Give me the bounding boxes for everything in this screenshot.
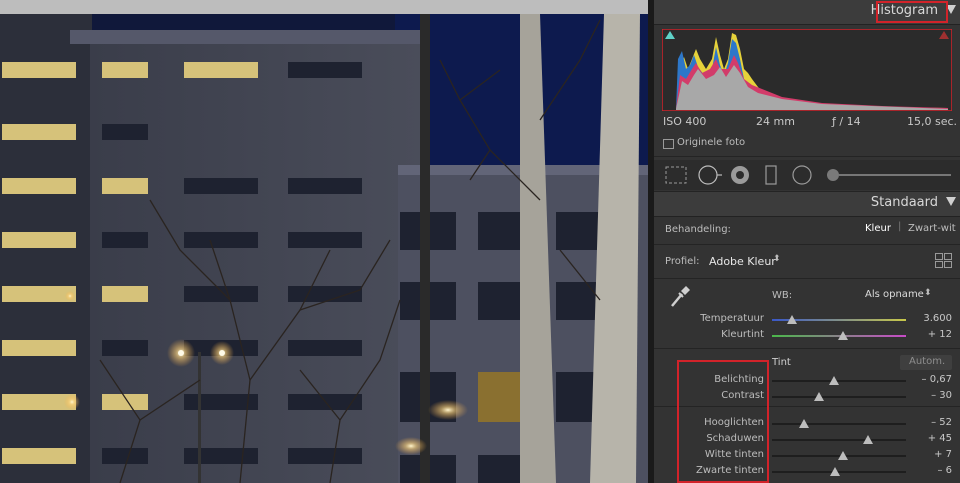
original-photo-label: Originele foto — [677, 137, 746, 148]
wb-label: WB: — [772, 290, 793, 301]
basic-panel-header[interactable]: Standaard — [654, 192, 960, 217]
slider-value[interactable]: – 6 — [937, 465, 952, 476]
slider-thumb[interactable] — [829, 467, 840, 476]
treatment-label: Behandeling: — [665, 224, 731, 235]
red-eye-icon[interactable] — [731, 166, 749, 184]
section-separator — [654, 348, 960, 349]
profile-dropdown-icon[interactable]: ⬍ — [773, 254, 781, 264]
auto-tone-label: Autom. — [909, 356, 946, 367]
slider-value[interactable]: 3.600 — [923, 313, 952, 324]
slider-value[interactable]: – 0,67 — [922, 374, 952, 385]
slider-thumb[interactable] — [863, 435, 874, 444]
tone-label: Tint — [772, 357, 791, 368]
highlight-clipping-icon[interactable] — [939, 31, 949, 39]
slider-thumb[interactable] — [838, 331, 849, 340]
shadow-clipping-icon[interactable] — [665, 31, 675, 39]
section-separator — [654, 156, 960, 157]
profile-browser-grid-icon[interactable] — [935, 253, 952, 268]
slider-track[interactable] — [772, 396, 906, 398]
slider-label: Temperatuur — [700, 313, 764, 324]
slider-thumb[interactable] — [787, 315, 798, 324]
slider-labels-highlight — [677, 360, 769, 483]
slider-value[interactable]: + 7 — [934, 449, 952, 460]
slider-value[interactable]: – 30 — [931, 390, 952, 401]
slider-thumb[interactable] — [828, 376, 839, 385]
radial-filter-icon[interactable] — [792, 165, 812, 185]
eyedropper-icon[interactable] — [666, 282, 694, 310]
original-photo-checkbox[interactable] — [663, 139, 674, 149]
shutter-readout: 15,0 sec. — [907, 115, 958, 128]
section-separator — [654, 278, 960, 279]
slider-value[interactable]: – 52 — [931, 417, 952, 428]
wb-select[interactable]: Als opname — [865, 289, 924, 300]
section-separator — [654, 244, 960, 245]
slider-label: Kleurtint — [721, 329, 764, 340]
iso-readout: ISO 400 — [663, 115, 707, 128]
slider-track[interactable] — [772, 423, 906, 425]
treatment-color-option[interactable]: Kleur — [865, 223, 891, 234]
auto-tone-button[interactable]: Autom. — [900, 355, 952, 370]
focal-length-readout: 24 mm — [756, 115, 795, 128]
histogram-graph[interactable] — [661, 28, 953, 112]
graduated-filter-icon[interactable] — [765, 165, 777, 185]
slider-thumb[interactable] — [838, 451, 849, 460]
treatment-divider: | — [898, 221, 902, 232]
develop-panel: Histogram ISO 400 24 mm ƒ / 14 15,0 sec.… — [654, 0, 960, 483]
tool-strip — [654, 160, 960, 190]
wb-dropdown-icon[interactable]: ⬍ — [924, 288, 932, 298]
profile-select[interactable]: Adobe Kleur — [709, 255, 776, 268]
histogram-title-highlight — [876, 1, 948, 23]
slider-value[interactable]: + 12 — [928, 329, 952, 340]
profile-label: Profiel: — [665, 256, 700, 267]
night-building-photo — [0, 0, 648, 483]
spot-removal-icon[interactable] — [698, 165, 722, 185]
slider-track[interactable] — [772, 439, 906, 441]
slider-value[interactable]: + 45 — [928, 433, 952, 444]
treatment-bw-option[interactable]: Zwart-wit — [908, 223, 956, 234]
basic-panel-title: Standaard — [870, 195, 938, 210]
slider-track[interactable] — [772, 380, 906, 382]
histogram-chart — [661, 28, 953, 112]
adjustment-brush-icon[interactable] — [827, 169, 951, 181]
collapse-triangle-icon[interactable] — [946, 197, 956, 206]
aperture-readout: ƒ / 14 — [832, 115, 861, 128]
photo-preview[interactable] — [0, 0, 648, 483]
crop-overlay-icon[interactable] — [665, 166, 687, 184]
slider-thumb[interactable] — [813, 392, 824, 401]
slider-thumb[interactable] — [799, 419, 810, 428]
